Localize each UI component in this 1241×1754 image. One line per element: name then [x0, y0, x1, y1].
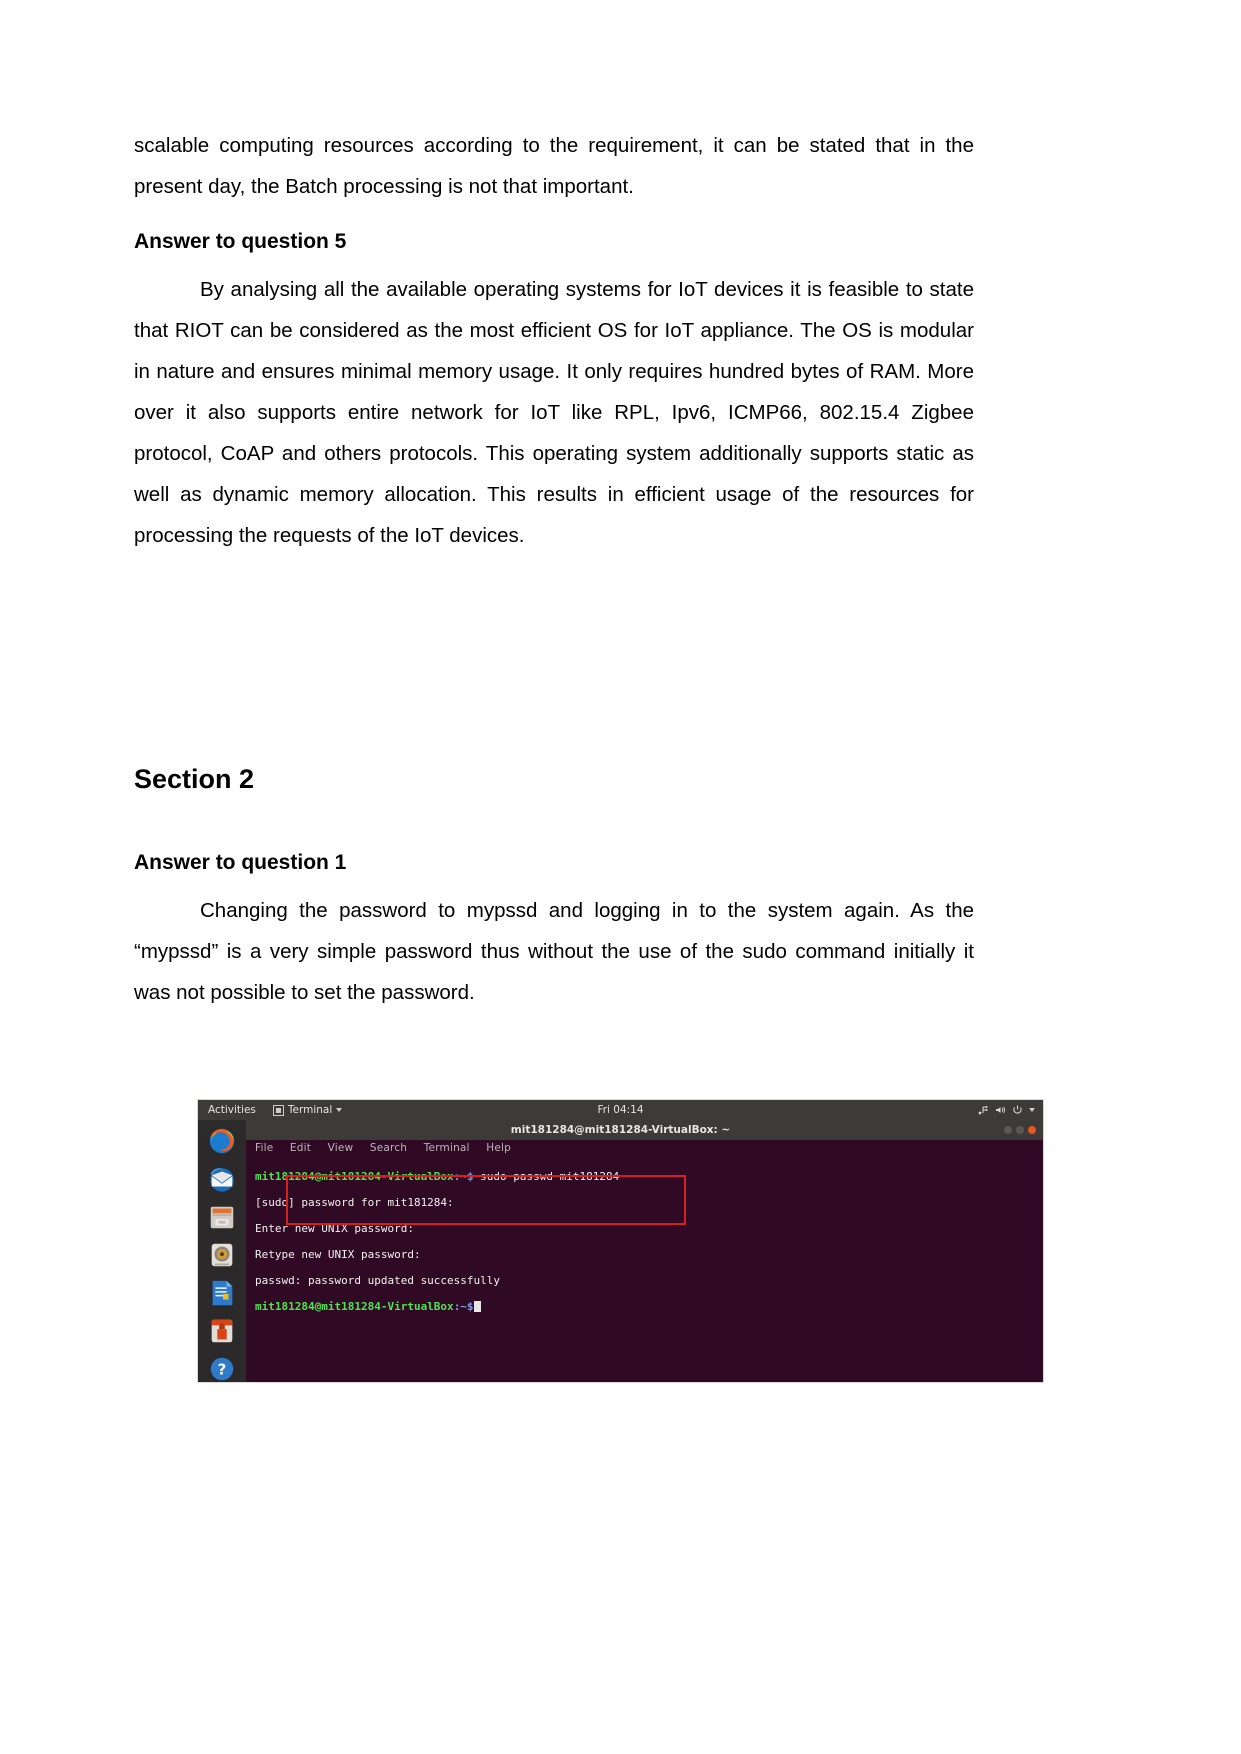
gnome-top-bar: Activities Terminal Fri 04:14	[198, 1100, 1043, 1120]
menu-search[interactable]: Search	[370, 1142, 407, 1154]
document-page: scalable computing resources according t…	[0, 0, 1241, 1754]
menu-view[interactable]: View	[328, 1142, 354, 1154]
chevron-down-icon	[1029, 1108, 1035, 1112]
files-icon	[210, 1206, 234, 1229]
rhythmbox-icon	[211, 1243, 233, 1267]
dock-item-libreoffice-writer[interactable]	[204, 1278, 240, 1308]
menu-terminal[interactable]: Terminal	[424, 1142, 470, 1154]
shell-prompt-user: mit181284@mit181284-VirtualBox	[255, 1170, 454, 1183]
ubuntu-software-icon	[211, 1319, 233, 1343]
dock-item-ubuntu-software[interactable]	[204, 1316, 240, 1346]
terminal-line: mit181284@mit181284-VirtualBox:~$	[255, 1300, 1043, 1313]
terminal-line: [sudo] password for mit181284:	[255, 1196, 454, 1209]
terminal-cursor	[473, 1301, 481, 1312]
heading-answer-question-5: Answer to question 5	[134, 230, 347, 253]
heading-section-2: Section 2	[134, 764, 255, 794]
dock-item-firefox[interactable]	[204, 1126, 240, 1156]
svg-text:?: ?	[218, 1361, 227, 1379]
paragraph-answer-question-1: Changing the password to mypssd and logg…	[134, 899, 974, 1004]
paragraph-answer-question-5: By analysing all the available operating…	[134, 278, 974, 547]
shell-prompt-path: :~$	[453, 1300, 474, 1313]
heading-answer-question-1: Answer to question 1	[134, 851, 347, 874]
status-menu[interactable]	[978, 1105, 1035, 1115]
dock-item-help[interactable]: ?	[204, 1354, 240, 1382]
menu-help[interactable]: Help	[486, 1142, 511, 1154]
terminal-menu-bar[interactable]: File Edit View Search Terminal Help	[246, 1140, 1043, 1157]
terminal-line: Enter new UNIX password:	[255, 1222, 414, 1235]
menu-file[interactable]: File	[255, 1142, 273, 1154]
window-controls[interactable]	[1004, 1126, 1036, 1134]
volume-icon	[996, 1106, 1006, 1114]
menu-edit[interactable]: Edit	[290, 1142, 311, 1154]
thunderbird-icon	[210, 1168, 234, 1192]
close-button[interactable]	[1028, 1126, 1036, 1134]
terminal-line: Retype new UNIX password:	[255, 1248, 421, 1261]
document-body: scalable computing resources according t…	[134, 125, 974, 1017]
power-icon	[1013, 1105, 1022, 1114]
terminal-line: passwd: password updated successfully	[255, 1274, 501, 1287]
dock-item-rhythmbox[interactable]	[204, 1240, 240, 1270]
dock-item-thunderbird[interactable]	[204, 1164, 240, 1194]
terminal-screenshot-figure: Activities Terminal Fri 04:14 mit181284@…	[198, 1100, 1043, 1382]
vertical-spacer-small	[134, 798, 974, 828]
ubuntu-dock[interactable]: ? a	[198, 1120, 246, 1382]
maximize-button[interactable]	[1016, 1126, 1024, 1134]
libreoffice-writer-icon	[212, 1280, 233, 1306]
terminal-output[interactable]: mit181284@mit181284-VirtualBox:~$ sudo p…	[246, 1157, 1043, 1339]
shell-prompt-path: :~$	[453, 1170, 474, 1183]
shell-prompt-user: mit181284@mit181284-VirtualBox	[255, 1300, 454, 1313]
shell-command: sudo passwd mit181284	[473, 1170, 620, 1183]
vertical-spacer	[134, 560, 974, 760]
minimize-button[interactable]	[1004, 1126, 1012, 1134]
window-title: mit181284@mit181284-VirtualBox: ~	[510, 1124, 731, 1136]
paragraph-continuation: scalable computing resources according t…	[134, 134, 974, 198]
help-icon: ?	[210, 1357, 234, 1381]
firefox-icon	[209, 1128, 235, 1154]
terminal-line: mit181284@mit181284-VirtualBox:~$ sudo p…	[255, 1170, 1043, 1183]
network-icon	[978, 1106, 988, 1115]
clock-label[interactable]: Fri 04:14	[198, 1104, 1043, 1116]
terminal-content[interactable]: File Edit View Search Terminal Help mit1…	[246, 1140, 1043, 1382]
window-title-bar: mit181284@mit181284-VirtualBox: ~	[198, 1120, 1043, 1140]
dock-item-files[interactable]	[204, 1202, 240, 1232]
